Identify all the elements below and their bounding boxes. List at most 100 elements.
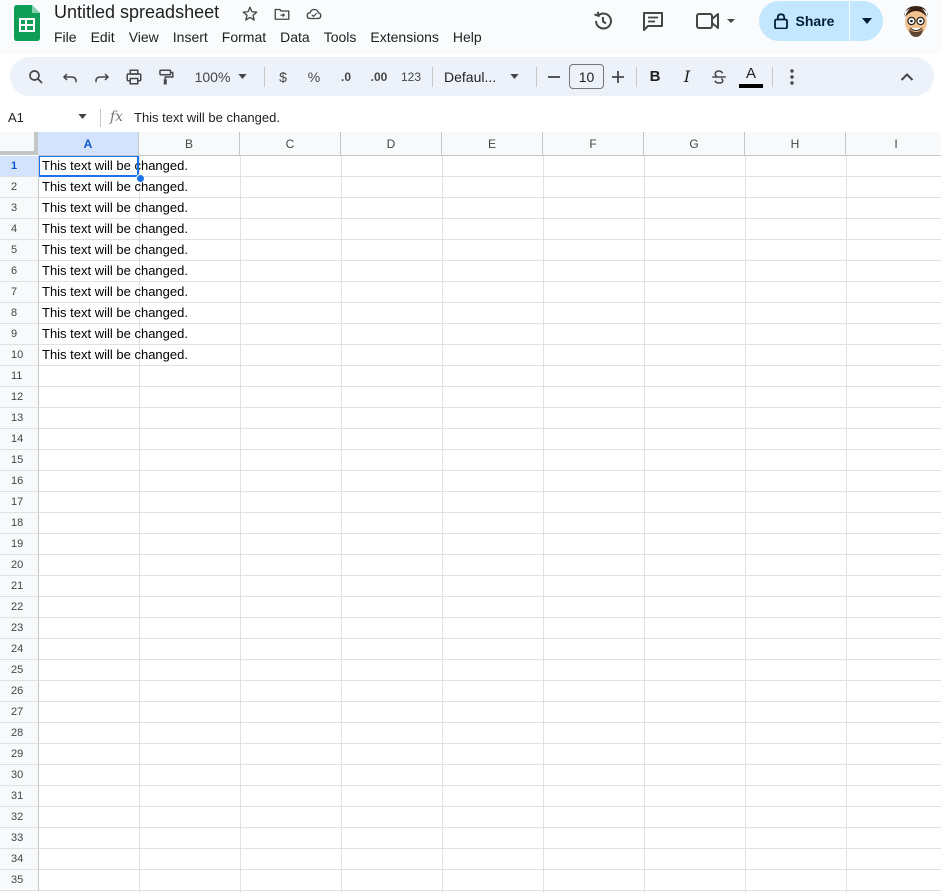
menu-format[interactable]: Format — [215, 28, 273, 46]
row-header-10[interactable]: 10 — [0, 345, 39, 366]
row-header-12[interactable]: 12 — [0, 387, 39, 408]
row-header-15[interactable]: 15 — [0, 450, 39, 471]
cell-a4[interactable]: This text will be changed. — [42, 218, 188, 239]
column-header-h[interactable]: H — [745, 132, 846, 156]
font-size-input[interactable]: 10 — [569, 64, 604, 89]
column-header-i[interactable]: I — [846, 132, 941, 156]
row-header-9[interactable]: 9 — [0, 324, 39, 345]
meet-video-icon[interactable] — [694, 8, 740, 34]
undo-icon[interactable] — [58, 57, 82, 96]
cell-a2[interactable]: This text will be changed. — [42, 176, 188, 197]
select-all-corner[interactable] — [0, 132, 38, 155]
version-history-icon[interactable] — [590, 8, 616, 34]
print-icon[interactable] — [122, 57, 146, 96]
strikethrough-icon[interactable] — [708, 57, 730, 96]
row-header-14[interactable]: 14 — [0, 429, 39, 450]
row-header-1[interactable]: 1 — [0, 156, 39, 177]
cell-a8[interactable]: This text will be changed. — [42, 302, 188, 323]
cloud-saved-icon[interactable] — [304, 4, 324, 24]
row-header-13[interactable]: 13 — [0, 408, 39, 429]
cell-a6[interactable]: This text will be changed. — [42, 260, 188, 281]
increase-decimal-button[interactable]: .00 — [366, 57, 392, 96]
column-header-f[interactable]: F — [543, 132, 644, 156]
row-header-22[interactable]: 22 — [0, 597, 39, 618]
row-header-35[interactable]: 35 — [0, 870, 39, 891]
row-header-28[interactable]: 28 — [0, 723, 39, 744]
menu-help[interactable]: Help — [446, 28, 489, 46]
row-header-29[interactable]: 29 — [0, 744, 39, 765]
cell-a10[interactable]: This text will be changed. — [42, 344, 188, 365]
row-header-21[interactable]: 21 — [0, 576, 39, 597]
cell-a5[interactable]: This text will be changed. — [42, 239, 188, 260]
row-header-33[interactable]: 33 — [0, 828, 39, 849]
row-header-6[interactable]: 6 — [0, 261, 39, 282]
caret-down-icon — [510, 74, 519, 79]
user-avatar[interactable] — [900, 4, 932, 38]
row-header-30[interactable]: 30 — [0, 765, 39, 786]
caret-down-icon[interactable] — [78, 114, 87, 119]
decrease-decimal-button[interactable]: .0 — [334, 57, 358, 96]
document-title[interactable]: Untitled spreadsheet — [54, 2, 219, 23]
menu-view[interactable]: View — [122, 28, 166, 46]
fill-handle[interactable] — [136, 174, 145, 183]
row-header-19[interactable]: 19 — [0, 534, 39, 555]
percent-format-button[interactable]: % — [303, 57, 325, 96]
column-header-e[interactable]: E — [442, 132, 543, 156]
currency-format-button[interactable]: $ — [272, 57, 294, 96]
zoom-select[interactable]: 100% — [188, 57, 254, 96]
comments-icon[interactable] — [640, 8, 666, 34]
row-header-17[interactable]: 17 — [0, 492, 39, 513]
share-button[interactable]: Share — [759, 1, 849, 41]
move-to-folder-icon[interactable] — [272, 4, 292, 24]
formula-input[interactable]: This text will be changed. — [134, 110, 280, 125]
column-header-d[interactable]: D — [341, 132, 442, 156]
cell-a9[interactable]: This text will be changed. — [42, 323, 188, 344]
row-header-16[interactable]: 16 — [0, 471, 39, 492]
cell-a3[interactable]: This text will be changed. — [42, 197, 188, 218]
column-header-b[interactable]: B — [139, 132, 240, 156]
decrease-font-size-icon[interactable] — [544, 57, 564, 96]
collapse-menus-icon[interactable] — [896, 57, 918, 96]
row-header-3[interactable]: 3 — [0, 198, 39, 219]
row-header-8[interactable]: 8 — [0, 303, 39, 324]
more-options-icon[interactable] — [782, 57, 802, 96]
row-header-25[interactable]: 25 — [0, 660, 39, 681]
name-box[interactable]: A1 — [8, 110, 24, 125]
text-color-button[interactable]: A — [738, 57, 764, 96]
menu-file[interactable]: File — [47, 28, 84, 46]
cell-a7[interactable]: This text will be changed. — [42, 281, 188, 302]
star-icon[interactable] — [240, 4, 260, 24]
row-header-11[interactable]: 11 — [0, 366, 39, 387]
row-header-7[interactable]: 7 — [0, 282, 39, 303]
row-header-26[interactable]: 26 — [0, 681, 39, 702]
font-family-select[interactable]: Defaul... — [444, 57, 526, 96]
row-header-34[interactable]: 34 — [0, 849, 39, 870]
italic-button[interactable]: I — [676, 57, 698, 96]
menu-insert[interactable]: Insert — [166, 28, 215, 46]
row-header-27[interactable]: 27 — [0, 702, 39, 723]
sheets-logo-icon[interactable] — [14, 5, 40, 41]
menu-extensions[interactable]: Extensions — [363, 28, 445, 46]
row-header-32[interactable]: 32 — [0, 807, 39, 828]
row-header-2[interactable]: 2 — [0, 177, 39, 198]
row-header-5[interactable]: 5 — [0, 240, 39, 261]
row-header-4[interactable]: 4 — [0, 219, 39, 240]
column-header-a[interactable]: A — [38, 132, 139, 156]
row-header-31[interactable]: 31 — [0, 786, 39, 807]
share-dropdown-button[interactable] — [850, 1, 883, 41]
redo-icon[interactable] — [90, 57, 114, 96]
column-header-c[interactable]: C — [240, 132, 341, 156]
column-header-g[interactable]: G — [644, 132, 745, 156]
menu-edit[interactable]: Edit — [84, 28, 122, 46]
number-format-button[interactable]: 123 — [398, 57, 424, 96]
row-header-23[interactable]: 23 — [0, 618, 39, 639]
row-header-20[interactable]: 20 — [0, 555, 39, 576]
search-menus-icon[interactable] — [24, 57, 48, 96]
menu-tools[interactable]: Tools — [317, 28, 364, 46]
row-header-24[interactable]: 24 — [0, 639, 39, 660]
row-header-18[interactable]: 18 — [0, 513, 39, 534]
paint-format-icon[interactable] — [154, 57, 178, 96]
increase-font-size-icon[interactable] — [608, 57, 628, 96]
menu-data[interactable]: Data — [273, 28, 317, 46]
bold-button[interactable]: B — [644, 57, 666, 96]
